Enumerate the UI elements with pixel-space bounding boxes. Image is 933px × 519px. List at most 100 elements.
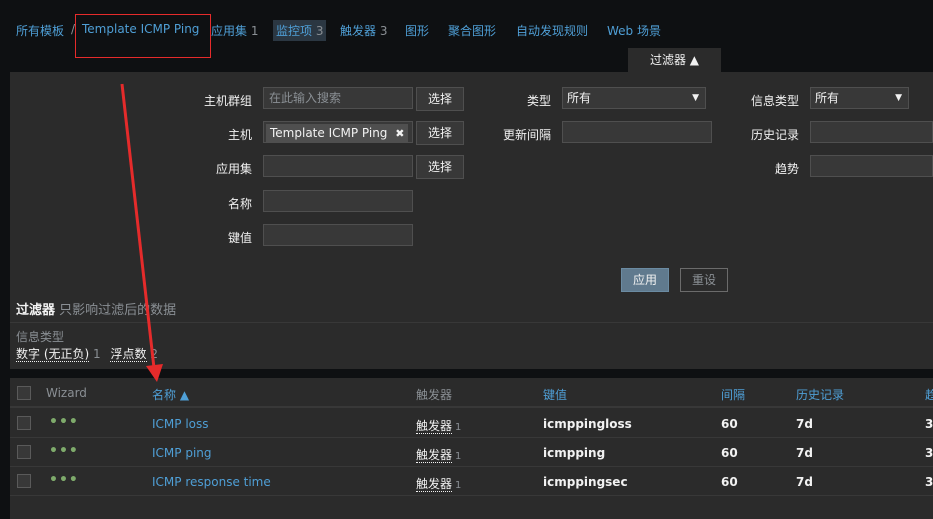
- table-row: [10, 409, 933, 438]
- item-name-link[interactable]: ICMP loss: [152, 417, 209, 431]
- header-key-sort[interactable]: 键值: [543, 386, 567, 403]
- header-history-sort[interactable]: 历史记录: [796, 386, 844, 403]
- item-triggers-link[interactable]: 触发器: [416, 477, 453, 492]
- nav-screens[interactable]: 聚合图形: [448, 22, 496, 39]
- nav-applications-count: 1: [250, 24, 259, 38]
- item-key: icmpping: [543, 446, 606, 460]
- nav-web-scenarios[interactable]: Web 场景: [607, 22, 661, 39]
- update-interval-label: 更新间隔: [503, 128, 552, 142]
- subfilter-option-float[interactable]: 浮点数: [110, 347, 147, 362]
- header-name-sort[interactable]: 名称 ▲: [152, 386, 189, 403]
- item-trends: 36: [925, 446, 933, 460]
- nav-discovery-rules[interactable]: 自动发现规则: [516, 22, 588, 39]
- nav-applications-label: 应用集: [211, 24, 248, 38]
- host-group-select-button[interactable]: 选择: [416, 87, 464, 111]
- nav-all-templates[interactable]: 所有模板: [16, 22, 64, 39]
- filter-info-note: 只影响过滤后的数据: [59, 303, 177, 318]
- item-interval: 60: [721, 446, 738, 460]
- host-tag: Template ICMP Ping ✖: [266, 124, 409, 142]
- info-type-select-value: 所有: [815, 91, 840, 105]
- annotation-highlight-box: [75, 14, 211, 58]
- history-label: 历史记录: [751, 128, 800, 142]
- host-select-button[interactable]: 选择: [416, 121, 464, 145]
- wizard-menu-icon[interactable]: •••: [49, 443, 79, 459]
- filter-info: 过滤器 只影响过滤后的数据: [16, 299, 176, 318]
- item-history: 7d: [796, 417, 813, 431]
- item-key: icmppingloss: [543, 417, 632, 431]
- subfilter-option-float-count: 2: [150, 347, 158, 361]
- nav-triggers[interactable]: 触发器 3: [340, 22, 387, 39]
- trends-input[interactable]: [810, 155, 933, 177]
- item-triggers-count: 1: [455, 422, 462, 433]
- item-triggers: 触发器 1: [416, 446, 461, 463]
- key-label: 键值: [228, 231, 253, 245]
- row-checkbox[interactable]: [17, 445, 31, 459]
- filter-info-title: 过滤器: [16, 303, 56, 318]
- nav-items[interactable]: 监控项 3: [273, 20, 327, 41]
- subfilter-title: 信息类型: [16, 330, 65, 344]
- subfilter-options: 数字 (无正负) 1 浮点数 2: [16, 345, 158, 362]
- item-name-link[interactable]: ICMP response time: [152, 475, 271, 489]
- header-wizard: Wizard: [46, 386, 87, 400]
- table-row: [10, 467, 933, 496]
- row-checkbox[interactable]: [17, 416, 31, 430]
- name-input[interactable]: [263, 190, 413, 212]
- host-group-label: 主机群组: [204, 94, 253, 108]
- divider: [10, 322, 933, 323]
- apply-button[interactable]: 应用: [621, 268, 669, 292]
- info-type-select[interactable]: 所有 ▼: [810, 87, 909, 109]
- subfilter-option-unsigned-count: 1: [93, 347, 101, 361]
- item-key: icmppingsec: [543, 475, 628, 489]
- key-input[interactable]: [263, 224, 413, 246]
- info-type-label: 信息类型: [751, 94, 800, 108]
- header-trends-sort[interactable]: 趋: [925, 386, 933, 403]
- item-history: 7d: [796, 475, 813, 489]
- reset-button[interactable]: 重设: [680, 268, 728, 292]
- filter-panel: [10, 72, 933, 369]
- item-triggers: 触发器 1: [416, 475, 461, 492]
- select-all-checkbox[interactable]: [17, 386, 31, 400]
- remove-tag-icon[interactable]: ✖: [395, 127, 404, 140]
- nav-items-count: 3: [315, 24, 324, 38]
- application-select-button[interactable]: 选择: [416, 155, 464, 179]
- item-triggers-count: 1: [455, 451, 462, 462]
- host-group-input[interactable]: 在此输入搜索: [263, 87, 413, 109]
- item-triggers: 触发器 1: [416, 417, 461, 434]
- type-select-value: 所有: [567, 91, 592, 105]
- wizard-menu-icon[interactable]: •••: [49, 472, 79, 488]
- filter-toggle-tab[interactable]: 过滤器 ▲: [628, 48, 721, 72]
- host-tag-label: Template ICMP Ping: [270, 126, 388, 140]
- item-name-link[interactable]: ICMP ping: [152, 446, 212, 460]
- chevron-down-icon: ▼: [895, 93, 902, 103]
- nav-triggers-label: 触发器: [340, 24, 377, 38]
- table-header: [10, 378, 933, 408]
- nav-items-label: 监控项: [276, 24, 313, 38]
- item-triggers-link[interactable]: 触发器: [416, 448, 453, 463]
- application-label: 应用集: [216, 162, 253, 176]
- history-input[interactable]: [810, 121, 933, 143]
- application-input[interactable]: [263, 155, 413, 177]
- wizard-menu-icon[interactable]: •••: [49, 414, 79, 430]
- host-label: 主机: [228, 128, 253, 142]
- nav-triggers-count: 3: [379, 24, 388, 38]
- item-triggers-count: 1: [455, 480, 462, 491]
- update-interval-input[interactable]: [562, 121, 712, 143]
- item-interval: 60: [721, 417, 738, 431]
- row-checkbox[interactable]: [17, 474, 31, 488]
- item-trends: 36: [925, 475, 933, 489]
- item-trends: 36: [925, 417, 933, 431]
- item-interval: 60: [721, 475, 738, 489]
- trends-label: 趋势: [775, 162, 800, 176]
- chevron-down-icon: ▼: [692, 93, 699, 103]
- table-row: [10, 438, 933, 467]
- item-triggers-link[interactable]: 触发器: [416, 419, 453, 434]
- nav-applications[interactable]: 应用集 1: [211, 22, 258, 39]
- type-label: 类型: [527, 94, 552, 108]
- item-history: 7d: [796, 446, 813, 460]
- header-triggers: 触发器: [416, 388, 453, 402]
- header-interval-sort[interactable]: 间隔: [721, 386, 745, 403]
- subfilter-option-unsigned[interactable]: 数字 (无正负): [16, 347, 90, 362]
- nav-graphs[interactable]: 图形: [405, 22, 429, 39]
- name-label: 名称: [228, 197, 253, 211]
- type-select[interactable]: 所有 ▼: [562, 87, 706, 109]
